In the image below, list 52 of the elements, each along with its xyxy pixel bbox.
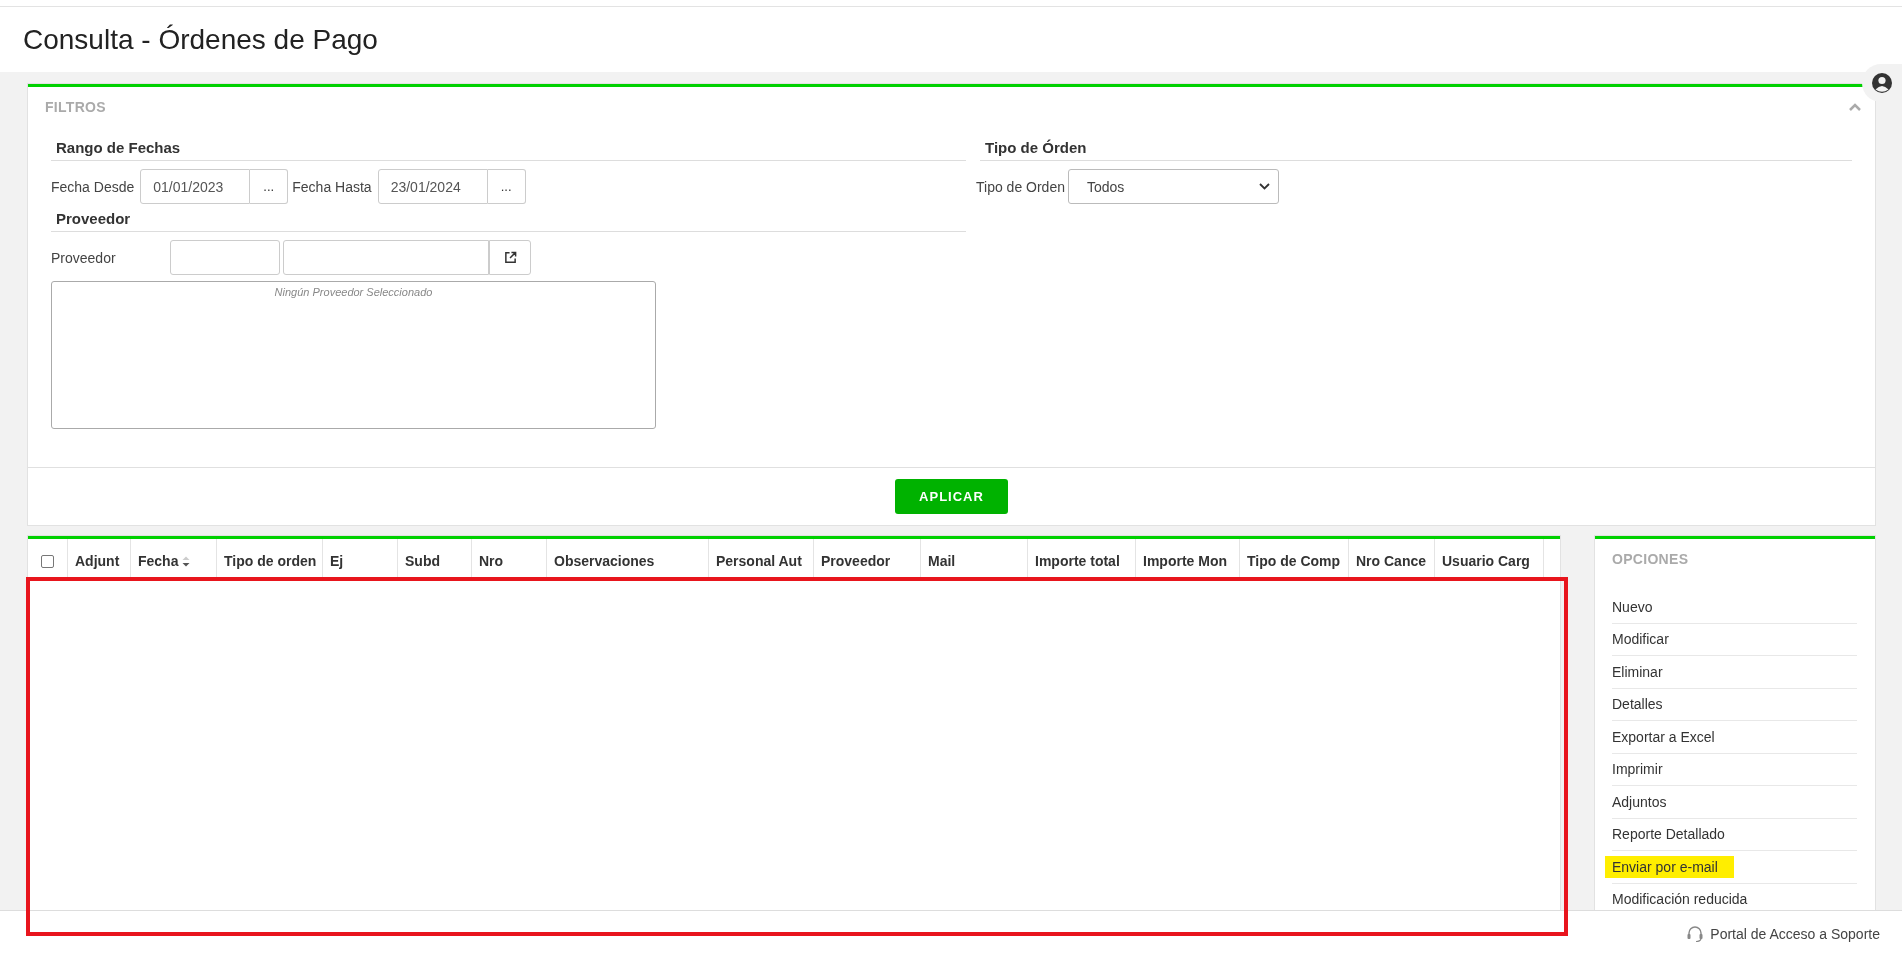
page-title: Consulta - Órdenes de Pago (23, 23, 378, 56)
input-field[interactable] (170, 240, 280, 275)
chevron-up-icon[interactable] (1849, 103, 1861, 111)
column-header[interactable]: Adjunt (68, 539, 131, 577)
chevron-down-icon (1259, 183, 1270, 190)
date-picker-button[interactable]: ... (250, 169, 289, 204)
open-link-button[interactable] (489, 240, 531, 275)
option-item[interactable]: Exportar a Excel (1612, 725, 1731, 748)
select-all-checkbox[interactable] (41, 554, 54, 568)
empty-message: Ningún Proveedor Seleccionado (274, 286, 433, 300)
date-picker-button[interactable]: ... (487, 169, 526, 204)
option-item[interactable]: Enviar por e-mail (1605, 855, 1734, 878)
field-label: Proveedor (51, 249, 117, 266)
date-field[interactable]: 23/01/2024 (377, 169, 488, 204)
section-heading: Proveedor (51, 210, 966, 232)
headset-icon (1686, 924, 1705, 943)
panel-title: OPCIONES (1612, 551, 1689, 567)
option-item[interactable]: Detalles (1612, 693, 1679, 716)
column-header[interactable]: Subd (398, 539, 472, 577)
field-label: Fecha Hasta (292, 178, 372, 195)
column-header[interactable]: Ej (323, 539, 398, 577)
support-link[interactable]: Portal de Acceso a Soporte (1710, 925, 1880, 942)
option-item[interactable]: Adjuntos (1612, 790, 1683, 813)
column-header[interactable]: Mail (921, 539, 1028, 577)
column-header[interactable]: Importe total (1028, 539, 1136, 577)
section-heading: Tipo de Órden (980, 139, 1852, 161)
date-field[interactable]: 01/01/2023 (140, 169, 251, 204)
order-type-select[interactable]: Todos (1068, 169, 1279, 204)
panel-title: FILTROS (45, 99, 106, 115)
section-heading: Rango de Fechas (51, 139, 966, 161)
field-label: Fecha Desde (51, 178, 135, 195)
column-header[interactable]: Proveedor (814, 539, 921, 577)
column-header[interactable]: Nro Cance (1349, 539, 1435, 577)
input-field[interactable] (283, 240, 489, 275)
field-label: Tipo de Orden (976, 178, 1065, 195)
option-item[interactable]: Imprimir (1612, 758, 1679, 781)
option-item[interactable]: Modificar (1612, 628, 1685, 651)
column-header[interactable]: Personal Aut (709, 539, 814, 577)
option-item[interactable]: Nuevo (1612, 595, 1669, 618)
option-item[interactable]: Modificación reducida (1612, 888, 1764, 910)
column-header[interactable]: Nro (472, 539, 547, 577)
column-header[interactable]: Importe Mon (1136, 539, 1240, 577)
option-item[interactable]: Reporte Detallado (1612, 823, 1741, 846)
external-link-icon (503, 251, 517, 264)
column-header[interactable]: Fecha (131, 539, 217, 577)
provider-list[interactable]: Ningún Proveedor Seleccionado (51, 281, 656, 429)
column-header[interactable]: Tipo de Comp (1240, 539, 1349, 577)
option-item[interactable]: Eliminar (1612, 660, 1679, 683)
column-header[interactable]: Usuario Carg (1435, 539, 1544, 577)
column-header[interactable]: Observaciones (547, 539, 709, 577)
column-header[interactable]: Tipo de orden (217, 539, 323, 577)
user-icon (1871, 72, 1893, 94)
